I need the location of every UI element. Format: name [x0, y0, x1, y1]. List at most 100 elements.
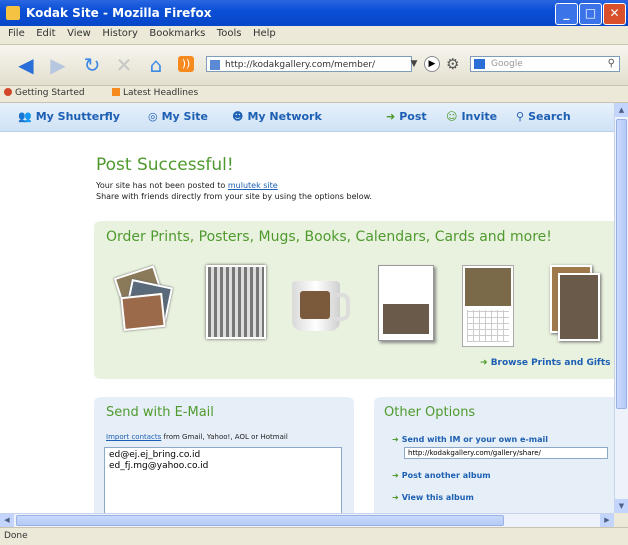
bookmark-latest-headlines[interactable]: Latest Headlines [112, 88, 198, 98]
vertical-scrollbar[interactable]: ▲ ▼ [614, 103, 628, 513]
scroll-right-icon[interactable]: ▶ [600, 514, 614, 527]
view-album-link[interactable]: ➜ View this album [392, 493, 474, 502]
site-link[interactable]: mulutek site [228, 181, 278, 190]
people-icon: 👥 [18, 110, 32, 123]
menu-file[interactable]: File [8, 28, 25, 39]
arrow-right-icon: ➜ [480, 358, 491, 368]
home-icon[interactable]: ⌂ [142, 53, 170, 77]
options-title: Other Options [384, 405, 476, 420]
network-icon: ☻ [232, 110, 244, 123]
minimize-button[interactable]: _ [555, 3, 578, 25]
nav-my-shutterfly[interactable]: 👥 My Shutterfly [18, 110, 120, 123]
forward-arrow-icon[interactable]: ▶ [44, 53, 72, 77]
window-titlebar: Kodak Site - Mozilla Firefox _ □ ✕ [0, 0, 628, 26]
bookmarks-toolbar: Getting Started Latest Headlines [0, 86, 628, 103]
option-label: View this album [401, 493, 474, 502]
bookmark-label: Getting Started [15, 88, 85, 98]
back-arrow-icon[interactable]: ◀ [12, 53, 40, 77]
mug-image[interactable] [292, 281, 350, 331]
app-icon [6, 6, 20, 20]
search-input[interactable]: Google ⚲ [470, 56, 620, 72]
scroll-left-icon[interactable]: ◀ [0, 514, 14, 527]
horizontal-scroll-thumb[interactable] [16, 515, 504, 526]
option-label: Send with IM or your own e-mail [401, 435, 548, 444]
recipient-entry: ed_fj.mg@yahoo.co.id [109, 461, 209, 471]
close-button[interactable]: ✕ [603, 3, 626, 25]
nav-label: Post [399, 110, 427, 123]
nav-label: Search [528, 110, 571, 123]
nav-label: My Site [161, 110, 208, 123]
nav-my-site[interactable]: ◎ My Site [148, 110, 208, 123]
chevron-down-icon[interactable]: ▼ [406, 56, 422, 72]
success-line1: Your site has not been posted to [96, 181, 228, 190]
email-recipients-field[interactable]: ed@ej.ej_bring.co.id ed_fj.mg@yahoo.co.i… [104, 447, 342, 513]
menu-view[interactable]: View [67, 28, 91, 39]
globe-icon: ◎ [148, 110, 158, 123]
maximize-button[interactable]: □ [579, 3, 602, 25]
stop-icon[interactable]: ✕ [110, 53, 138, 77]
gear-icon[interactable]: ⚙ [446, 55, 459, 73]
menu-edit[interactable]: Edit [36, 28, 55, 39]
scroll-down-icon[interactable]: ▼ [615, 499, 628, 513]
rss-feed-icon [112, 88, 120, 96]
nav-post[interactable]: ➜ Post [386, 110, 427, 123]
menu-bookmarks[interactable]: Bookmarks [149, 28, 205, 39]
horizontal-scrollbar[interactable]: ◀ ▶ [0, 513, 614, 527]
photo-book-image[interactable] [378, 265, 434, 341]
reload-icon[interactable]: ↻ [78, 53, 106, 77]
go-icon[interactable]: ▶ [424, 56, 440, 72]
option-label: Post another album [401, 471, 491, 480]
scroll-up-icon[interactable]: ▲ [615, 103, 628, 117]
nav-invite[interactable]: ☺ Invite [446, 110, 497, 123]
menu-tools[interactable]: Tools [217, 28, 242, 39]
post-another-album-link[interactable]: ➜ Post another album [392, 471, 491, 480]
nav-search[interactable]: ⚲ Search [516, 110, 571, 123]
site-navigation: 👥 My Shutterfly ◎ My Site ☻ My Network ➜ Pos… [0, 103, 614, 132]
address-url: http://kodakgallery.com/member/ [225, 60, 376, 70]
prints-title: Order Prints, Posters, Mugs, Books, Cale… [106, 229, 552, 245]
search-placeholder: Google [491, 59, 523, 69]
page-title: Post Successful! [96, 155, 234, 175]
bookmark-getting-started[interactable]: Getting Started [4, 88, 85, 98]
bookmark-label: Latest Headlines [123, 88, 199, 98]
search-icon: ⚲ [516, 110, 525, 123]
browse-prints-label: Browse Prints and Gifts [490, 358, 611, 368]
nav-label: My Shutterfly [35, 110, 120, 123]
scrollbar-corner [614, 513, 628, 527]
import-contacts-link[interactable]: Import contacts [106, 433, 161, 441]
rss-feed-icon[interactable]: )) [178, 56, 194, 72]
arrow-right-icon: ➜ [392, 435, 399, 444]
calendar-image[interactable] [462, 265, 514, 347]
poster-image[interactable] [206, 265, 266, 339]
share-url-field[interactable]: http://kodakgallery.com/gallery/share/ [404, 447, 608, 459]
arrow-right-icon: ➜ [392, 493, 399, 502]
send-email-panel: Send with E-Mail Import contacts from Gm… [94, 397, 354, 513]
menu-help[interactable]: Help [253, 28, 276, 39]
cards-image[interactable] [550, 265, 600, 341]
photo-prints-image[interactable] [113, 265, 174, 332]
nav-my-network[interactable]: ☻ My Network [232, 110, 322, 123]
success-message: Your site has not been posted to mulutek… [96, 180, 516, 202]
menu-history[interactable]: History [102, 28, 138, 39]
nav-label: Invite [461, 110, 498, 123]
import-contacts-hint: Import contacts from Gmail, Yahoo!, AOL … [106, 433, 288, 441]
site-favicon-icon [210, 60, 220, 70]
email-title: Send with E-Mail [106, 405, 214, 420]
send-im-link[interactable]: ➜ Send with IM or your own e-mail [392, 435, 548, 444]
other-options-panel: Other Options ➜ Send with IM or your own … [374, 397, 614, 513]
post-arrow-icon: ➜ [386, 110, 396, 123]
page-content: 👥 My Shutterfly ◎ My Site ☻ My Network ➜ Pos… [0, 103, 614, 513]
vertical-scroll-thumb[interactable] [616, 119, 627, 409]
import-contacts-text: from Gmail, Yahoo!, AOL or Hotmail [161, 433, 288, 441]
search-engine-icon[interactable] [474, 59, 485, 69]
firefox-icon [4, 88, 12, 96]
address-bar[interactable]: http://kodakgallery.com/member/ [206, 56, 412, 72]
recipient-entry: ed@ej.ej_bring.co.id [109, 450, 201, 460]
arrow-right-icon: ➜ [392, 471, 399, 480]
order-prints-panel: Order Prints, Posters, Mugs, Books, Cale… [94, 221, 614, 379]
menu-bar: File Edit View History Bookmarks Tools H… [0, 26, 628, 45]
nav-label: My Network [247, 110, 322, 123]
browse-prints-link[interactable]: ➜ Browse Prints and Gifts [480, 358, 611, 368]
search-icon[interactable]: ⚲ [608, 57, 615, 71]
invite-icon: ☺ [446, 110, 458, 123]
